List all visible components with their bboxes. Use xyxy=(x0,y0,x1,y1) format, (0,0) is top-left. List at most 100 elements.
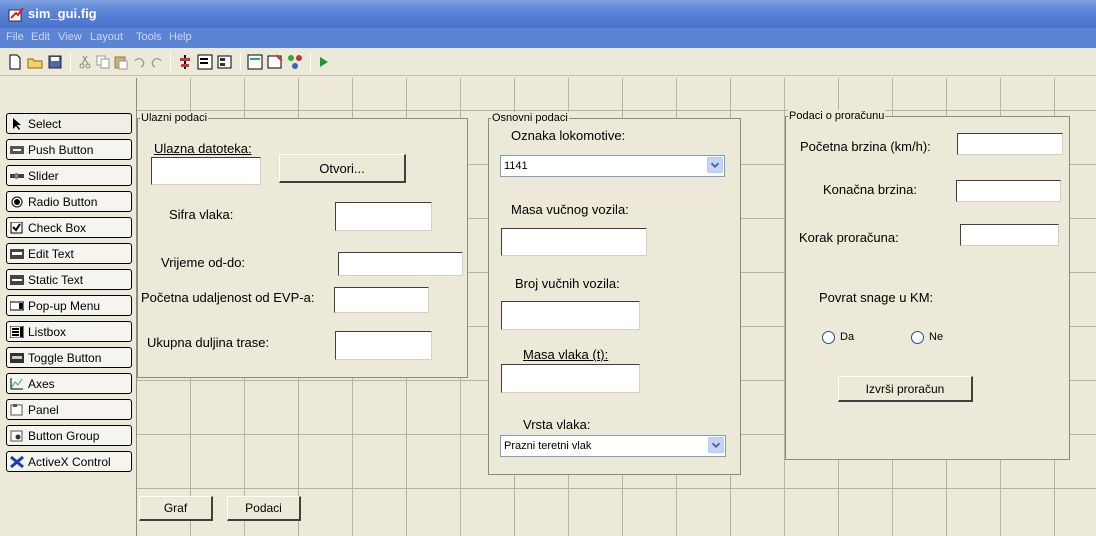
ulazna-datoteka-field[interactable] xyxy=(151,157,261,185)
broj-vucnih-field[interactable] xyxy=(501,301,640,330)
redo-icon[interactable] xyxy=(148,53,166,71)
menu-tools[interactable]: Tools xyxy=(136,31,162,43)
toolbar xyxy=(0,48,1096,76)
panel-title: Podaci o proračunu xyxy=(788,110,886,122)
palette-select-label: Select xyxy=(28,116,62,131)
radio-ne[interactable] xyxy=(911,331,924,344)
palette-push-button-label: Push Button xyxy=(28,142,94,157)
palette-check-box[interactable]: Check Box xyxy=(6,217,132,238)
layout-canvas[interactable]: Ulazni podaci Ulazna datoteka: Otvori...… xyxy=(136,78,1096,536)
konacna-brzina-label: Konačna brzina: xyxy=(823,182,917,197)
button-group-icon xyxy=(10,430,23,441)
radio-ne-label: Ne xyxy=(929,331,944,343)
otvori-button[interactable]: Otvori... xyxy=(279,154,406,183)
panel-icon xyxy=(10,403,23,415)
vrsta-vlaka-select[interactable]: Prazni teretni vlak xyxy=(500,435,726,457)
undo-icon[interactable] xyxy=(130,53,148,71)
window-title: sim_gui.fig xyxy=(28,6,97,21)
toggle-button-icon xyxy=(10,352,24,363)
palette-toggle-button-label: Toggle Button xyxy=(28,350,102,365)
palette-panel-label: Panel xyxy=(28,402,59,417)
panel-title: Osnovni podaci xyxy=(491,112,569,124)
palette-button-group[interactable]: Button Group xyxy=(6,425,132,446)
push-button-icon xyxy=(10,145,24,154)
ukupna-duljina-field[interactable] xyxy=(335,331,432,360)
ukupna-duljina-label: Ukupna duljina trase: xyxy=(147,335,270,350)
palette-radio-button-label: Radio Button xyxy=(28,194,98,209)
palette-radio-button[interactable]: Radio Button xyxy=(6,191,132,212)
toolbar-separator xyxy=(170,53,171,71)
property-inspector-icon[interactable] xyxy=(266,53,284,71)
sifra-vlaka-field[interactable] xyxy=(335,202,432,231)
object-browser-icon[interactable] xyxy=(286,53,304,71)
open-folder-icon[interactable] xyxy=(26,53,44,71)
new-file-icon[interactable] xyxy=(6,53,24,71)
konacna-brzina-field[interactable] xyxy=(956,180,1061,202)
oznaka-lokomotive-select[interactable]: 1141 xyxy=(500,155,725,177)
palette-panel[interactable]: Panel xyxy=(6,399,132,420)
menu-editor-icon[interactable] xyxy=(196,53,214,71)
axes-icon xyxy=(10,377,23,389)
listbox-icon xyxy=(10,325,24,338)
mfile-editor-icon[interactable] xyxy=(246,53,264,71)
edit-text-icon xyxy=(10,248,24,259)
pocetna-brzina-field[interactable] xyxy=(957,133,1063,155)
tab-order-icon[interactable] xyxy=(216,53,234,71)
palette-select[interactable]: Select xyxy=(6,113,132,134)
component-palette: Select Push Button Slider Radio Button C… xyxy=(4,80,134,536)
palette-static-text[interactable]: Static Text xyxy=(6,269,132,290)
masa-vlaka-field[interactable] xyxy=(501,364,640,393)
radio-da-label: Da xyxy=(840,331,855,343)
vrijeme-field[interactable] xyxy=(338,252,463,276)
palette-listbox-label: Listbox xyxy=(28,324,67,339)
palette-button-group-label: Button Group xyxy=(28,428,100,443)
panel-podaci-o-proracunu[interactable]: Podaci o proračunu Početna brzina (km/h)… xyxy=(785,110,1070,460)
radio-da[interactable] xyxy=(822,331,835,344)
chevron-down-icon[interactable] xyxy=(707,157,723,173)
palette-activex-control[interactable]: ActiveX Control xyxy=(6,451,132,472)
radio-button-icon xyxy=(11,196,23,207)
palette-popup-menu[interactable]: Pop-up Menu xyxy=(6,295,132,316)
menu-help[interactable]: Help xyxy=(169,31,192,43)
menu-view[interactable]: View xyxy=(58,31,82,43)
chevron-down-icon[interactable] xyxy=(708,437,724,453)
palette-toggle-button[interactable]: Toggle Button xyxy=(6,347,132,368)
paste-icon[interactable] xyxy=(112,53,130,71)
menu-bar: File Edit View Layout Tools Help xyxy=(0,28,1096,48)
title-bar: sim_gui.fig xyxy=(0,0,1096,28)
palette-listbox[interactable]: Listbox xyxy=(6,321,132,342)
palette-axes[interactable]: Axes xyxy=(6,373,132,394)
panel-ulazni-podaci[interactable]: Ulazni podaci Ulazna datoteka: Otvori...… xyxy=(137,112,468,378)
activex-icon xyxy=(10,455,24,468)
palette-popup-menu-label: Pop-up Menu xyxy=(28,298,101,313)
palette-slider[interactable]: Slider xyxy=(6,165,132,186)
menu-file[interactable]: File xyxy=(6,31,24,43)
palette-static-text-label: Static Text xyxy=(28,272,84,287)
save-icon[interactable] xyxy=(46,53,64,71)
panel-osnovni-podaci[interactable]: Osnovni podaci Oznaka lokomotive: 1141 M… xyxy=(488,112,741,475)
menu-edit[interactable]: Edit xyxy=(31,31,50,43)
figure-icon xyxy=(8,7,24,22)
align-icon[interactable] xyxy=(176,53,194,71)
vrsta-vlaka-label: Vrsta vlaka: xyxy=(523,417,591,432)
menu-layout[interactable]: Layout xyxy=(90,31,123,43)
podaci-button[interactable]: Podaci xyxy=(227,496,301,521)
broj-vucnih-label: Broj vučnih vozila: xyxy=(515,276,620,291)
oznaka-lokomotive-label: Oznaka lokomotive: xyxy=(511,128,626,143)
cut-icon[interactable] xyxy=(76,53,94,71)
pocetna-udaljenost-label: Početna udaljenost od EVP-a: xyxy=(141,290,315,305)
palette-edit-text[interactable]: Edit Text xyxy=(6,243,132,264)
static-text-icon xyxy=(10,274,24,285)
pocetna-udaljenost-field[interactable] xyxy=(334,287,429,313)
graf-button[interactable]: Graf xyxy=(139,496,213,521)
vrijeme-label: Vrijeme od-do: xyxy=(161,255,246,270)
palette-activex-control-label: ActiveX Control xyxy=(28,454,111,469)
korak-proracuna-field[interactable] xyxy=(960,224,1059,246)
izvrsi-proracun-button[interactable]: Izvrši proračun xyxy=(838,376,973,402)
run-icon[interactable] xyxy=(314,53,332,71)
oznaka-lokomotive-value: 1141 xyxy=(504,160,528,172)
slider-icon xyxy=(10,172,24,179)
masa-vucnog-field[interactable] xyxy=(501,228,647,256)
copy-icon[interactable] xyxy=(94,53,112,71)
palette-push-button[interactable]: Push Button xyxy=(6,139,132,160)
